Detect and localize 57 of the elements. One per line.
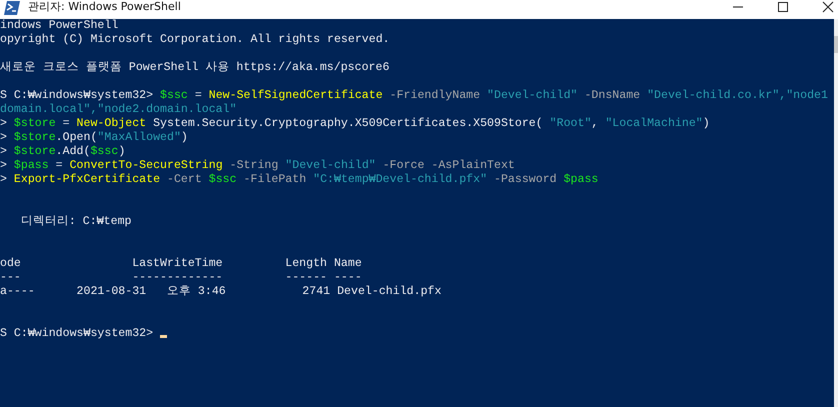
console-text: .Add( [56, 145, 90, 158]
close-button[interactable] [822, 1, 834, 13]
parameter-name: -DnsName [583, 89, 640, 102]
console-text: ) [180, 131, 188, 144]
string-literal: "MaxAllowed" [97, 131, 181, 144]
console-text: = [62, 117, 71, 130]
string-literal: "LocalMachine" [605, 117, 703, 130]
console-text: S C:₩windows₩system32> [0, 89, 154, 102]
console-text: > [0, 145, 8, 158]
string-literal: "Root" [550, 117, 592, 130]
parameter-name: -Force -AsPlainText [382, 159, 515, 172]
variable-name: $store [14, 145, 56, 158]
console-text: opyright (C) Microsoft Corporation. All rights reserved. [0, 33, 390, 46]
console-text: a---- 2021-08-31 오후 3:46 2741 Devel-child.pfx [0, 285, 442, 298]
parameter-name: -Cert [166, 173, 202, 186]
console-text: --- ------------- ------ ---- [0, 271, 362, 284]
string-literal: "Devel-child.co.kr","node1 [646, 89, 828, 102]
console-text: > [0, 159, 8, 172]
console-text: > [0, 117, 8, 130]
console-text: ode LastWriteTime Length Name [0, 257, 362, 270]
variable-name: $store [14, 117, 56, 130]
console-text: = [194, 89, 203, 102]
command-name: New-Object [76, 117, 146, 130]
console-text: S C:₩windows₩system32> [0, 327, 154, 340]
console-text: 새로운 크로스 플랫폼 PowerShell 사용 https://aka.ms/pscore6 [0, 61, 390, 74]
variable-name: $ssc [160, 89, 188, 102]
console-text: 디렉터리: C:₩temp [20, 215, 132, 228]
variable-name: $pass [562, 173, 598, 186]
parameter-name: -FilePath [242, 173, 306, 186]
command-name: Export-PfxCertificate [14, 173, 160, 186]
console-text: indows PowerShell [0, 19, 118, 32]
scrollbar-thumb[interactable] [834, 36, 838, 53]
parameter-name: -String [228, 159, 278, 172]
window-title: 관리자: Windows PowerShell [28, 0, 181, 13]
string-literal: "Devel-child" [486, 89, 578, 102]
parameter-name: -Password [493, 173, 557, 186]
console-text: ) [118, 145, 126, 158]
variable-name: $store [14, 131, 56, 144]
console-text: System.Security.Cryptography.X509Certificates.X509Store( [152, 117, 544, 130]
string-literal: domain.local","node2.domain.local" [0, 103, 237, 116]
console-text: ) [702, 117, 710, 130]
console-text: > [0, 131, 8, 144]
command-name: ConvertTo-SecureString [70, 159, 223, 172]
parameter-name: -FriendlyName [388, 89, 480, 102]
string-literal: "C:₩temp₩Devel-child.pfx" [312, 173, 488, 186]
command-name: New-SelfSignedCertificate [208, 89, 383, 102]
text-cursor [160, 335, 168, 338]
scrollbar[interactable] [834, 19, 838, 407]
console-text: = [54, 159, 64, 172]
console-text: , [591, 117, 600, 130]
variable-name: $ssc [90, 145, 118, 158]
maximize-button[interactable] [777, 1, 789, 13]
variable-name: $ssc [208, 173, 237, 186]
string-literal: "Devel-child" [284, 159, 376, 172]
console-text: .Open( [56, 131, 98, 144]
console-text: > [0, 173, 8, 186]
variable-name: $pass [14, 159, 49, 172]
